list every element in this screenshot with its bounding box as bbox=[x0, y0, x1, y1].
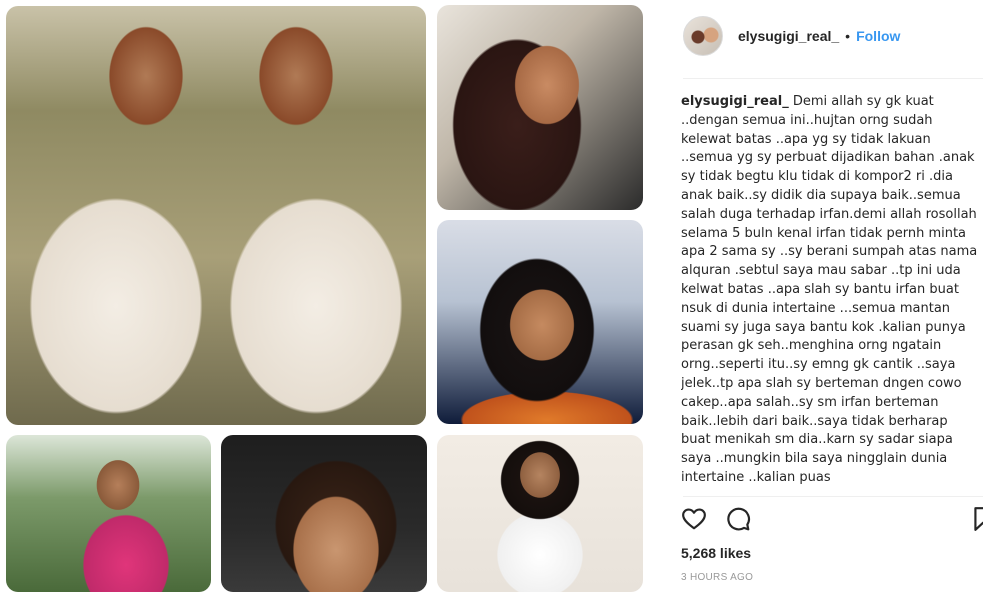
post-image-collage[interactable] bbox=[0, 0, 648, 592]
separator-dot: • bbox=[845, 28, 851, 44]
actions-divider bbox=[683, 496, 983, 497]
caption-username[interactable]: elysugigi_real_ bbox=[681, 94, 789, 109]
post-timestamp[interactable]: 3 HOURS AGO bbox=[681, 572, 753, 583]
photo-main bbox=[6, 6, 426, 425]
action-bar bbox=[681, 506, 983, 536]
likes-count[interactable]: 5,268 likes bbox=[681, 545, 751, 561]
avatar[interactable] bbox=[683, 16, 723, 56]
caption-text: Demi allah sy gk kuat ..dengan semua ini… bbox=[681, 94, 981, 485]
post-header: elysugigi_real_ • Follow bbox=[683, 15, 983, 57]
bookmark-icon[interactable] bbox=[972, 506, 983, 534]
post-side-panel: elysugigi_real_ • Follow elysugigi_real_… bbox=[663, 0, 983, 592]
header-divider bbox=[683, 78, 983, 79]
username-link[interactable]: elysugigi_real_ bbox=[738, 28, 839, 44]
photo-bottom-center bbox=[221, 435, 427, 592]
photo-middle-right bbox=[437, 220, 643, 424]
photo-bottom-right bbox=[437, 435, 643, 592]
photo-top-right bbox=[437, 5, 643, 210]
photo-bottom-left bbox=[6, 435, 211, 592]
heart-icon[interactable] bbox=[681, 506, 709, 534]
comment-icon[interactable] bbox=[725, 506, 753, 534]
caption: elysugigi_real_ Demi allah sy gk kuat ..… bbox=[681, 93, 981, 491]
follow-button[interactable]: Follow bbox=[856, 28, 900, 44]
